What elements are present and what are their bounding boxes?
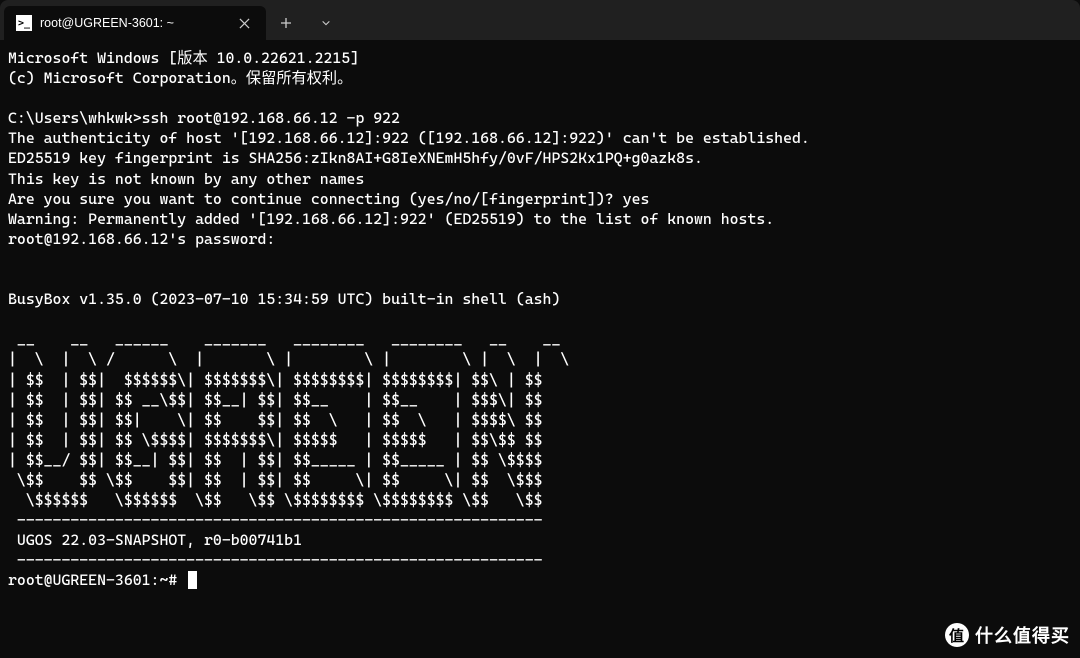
terminal-line: \$$ $$ \$$ $$| $$ | $$| $$ \| $$ \| $$ \… — [8, 471, 543, 489]
terminal-output[interactable]: Microsoft Windows [版本 10.0.22621.2215] (… — [0, 40, 1080, 599]
terminal-line: \$$$$$$ \$$$$$$ \$$ \$$ \$$$$$$$$ \$$$$$… — [8, 491, 543, 509]
terminal-window: >_ root@UGREEN-3601: ~ Microsoft Windows… — [0, 0, 1080, 658]
terminal-line: C:\Users\whkwk>ssh root@192.168.66.12 -p… — [8, 109, 400, 127]
terminal-line: Microsoft Windows [版本 10.0.22621.2215] — [8, 49, 359, 67]
titlebar: >_ root@UGREEN-3601: ~ — [0, 0, 1080, 40]
terminal-line: root@192.168.66.12's password: — [8, 230, 275, 248]
terminal-line: | $$ | $$| $$ \$$$$| $$$$$$$\| $$$$$ | $… — [8, 431, 543, 449]
tab-active[interactable]: >_ root@UGREEN-3601: ~ — [4, 6, 266, 40]
new-tab-button[interactable] — [266, 6, 306, 40]
terminal-line: Warning: Permanently added '[192.168.66.… — [8, 210, 774, 228]
plus-icon — [280, 17, 292, 29]
terminal-line: ----------------------------------------… — [8, 511, 543, 529]
tab-title: root@UGREEN-3601: ~ — [40, 16, 232, 30]
terminal-line: ----------------------------------------… — [8, 551, 543, 569]
terminal-line: (c) Microsoft Corporation。保留所有权利。 — [8, 69, 352, 87]
terminal-line: BusyBox v1.35.0 (2023-07-10 15:34:59 UTC… — [8, 290, 560, 308]
watermark: 值 什么值得买 — [945, 622, 1070, 648]
terminal-line: | $$ | $$| $$$$$$\| $$$$$$$\| $$$$$$$$| … — [8, 371, 543, 389]
terminal-line: __ __ ______ _______ ________ ________ _… — [8, 330, 560, 348]
chevron-down-icon — [321, 18, 331, 28]
terminal-line: | $$ | $$| $$| \| $$ $$| $$ \ | $$ \ | $… — [8, 411, 543, 429]
tab-dropdown-button[interactable] — [306, 6, 346, 40]
terminal-line: | $$ | $$| $$ __\$$| $$__| $$| $$__ | $$… — [8, 391, 543, 409]
close-icon — [239, 18, 250, 29]
terminal-line: The authenticity of host '[192.168.66.12… — [8, 129, 810, 147]
terminal-line: Are you sure you want to continue connec… — [8, 190, 649, 208]
watermark-badge: 值 — [945, 623, 969, 647]
watermark-text: 什么值得买 — [975, 622, 1070, 648]
terminal-line: | $$__/ $$| $$__| $$| $$ | $$| $$_____ |… — [8, 451, 543, 469]
terminal-line: ED25519 key fingerprint is SHA256:zIkn8A… — [8, 149, 703, 167]
terminal-icon: >_ — [16, 15, 32, 31]
terminal-prompt: root@UGREEN-3601:~# — [8, 570, 186, 590]
terminal-line: UGOS 22.03-SNAPSHOT, r0-b00741b1 — [8, 531, 302, 549]
tab-close-button[interactable] — [232, 11, 256, 35]
terminal-line: | \ | \ / \ | \ | \ | \ | \ | \ — [8, 350, 569, 368]
cursor — [188, 571, 197, 589]
terminal-line: This key is not known by any other names — [8, 170, 364, 188]
